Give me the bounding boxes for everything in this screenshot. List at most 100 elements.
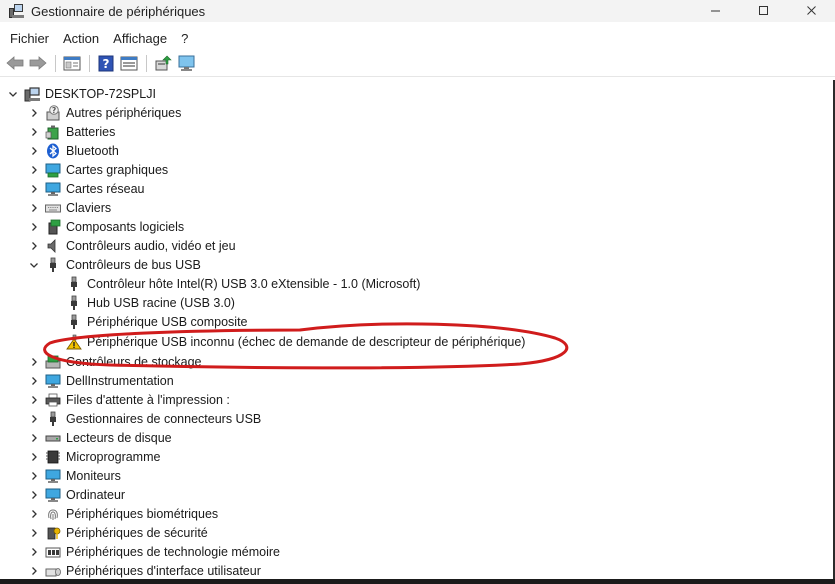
chevron-right-icon[interactable] xyxy=(29,490,39,500)
battery-icon xyxy=(45,124,61,140)
monitor-icon xyxy=(45,468,61,484)
tree-item-claviers[interactable]: Claviers xyxy=(29,198,111,217)
svg-text:?: ? xyxy=(103,57,110,71)
memory-icon xyxy=(45,544,61,560)
tree-item-securite[interactable]: Périphériques de sécurité xyxy=(29,523,208,542)
tree-child-controleur-hote[interactable]: Contrôleur hôte Intel(R) USB 3.0 eXtensi… xyxy=(66,274,420,293)
update-driver-button[interactable] xyxy=(153,53,173,73)
chevron-right-icon[interactable] xyxy=(29,146,39,156)
chevron-down-icon[interactable] xyxy=(29,260,39,270)
tree-item-controleurs-stockage[interactable]: Contrôleurs de stockage xyxy=(29,352,202,371)
display-adapter-icon xyxy=(45,162,61,178)
forward-button[interactable] xyxy=(28,53,48,73)
warning-icon xyxy=(66,334,82,350)
scan-hardware-icon xyxy=(178,55,194,71)
chevron-right-icon[interactable] xyxy=(29,165,39,175)
tree-item-autres-peripheriques[interactable]: ? Autres périphériques xyxy=(29,103,181,122)
menu-action[interactable]: Action xyxy=(63,31,99,46)
chevron-right-icon[interactable] xyxy=(29,222,39,232)
device-manager-app-icon xyxy=(8,3,24,19)
toolbar-separator xyxy=(146,54,147,72)
device-tree: DESKTOP-72SPLJI ? Autres périphériques B… xyxy=(0,80,835,584)
tree-item-lecteurs-disque[interactable]: Lecteurs de disque xyxy=(29,428,172,447)
chevron-right-icon[interactable] xyxy=(29,395,39,405)
forward-arrow-icon xyxy=(29,56,47,70)
menu-help[interactable]: ? xyxy=(181,31,188,46)
chevron-right-icon[interactable] xyxy=(29,433,39,443)
chevron-right-icon[interactable] xyxy=(29,528,39,538)
title-bar: Gestionnaire de périphériques xyxy=(0,0,835,22)
tree-item-biometriques[interactable]: Périphériques biométriques xyxy=(29,504,218,523)
printer-icon xyxy=(45,392,61,408)
properties-icon xyxy=(63,56,81,71)
chevron-right-icon[interactable] xyxy=(29,127,39,137)
security-key-icon xyxy=(45,525,61,541)
scan-hardware-button[interactable] xyxy=(176,53,196,73)
storage-controller-icon xyxy=(45,354,61,370)
back-button[interactable] xyxy=(5,53,25,73)
chevron-right-icon[interactable] xyxy=(29,566,39,576)
tree-root-label: DESKTOP-72SPLJI xyxy=(45,86,156,101)
usb-icon xyxy=(45,257,61,273)
tree-item-interface-utilisateur[interactable]: Périphériques d'interface utilisateur xyxy=(29,561,261,580)
tree-item-cartes-graphiques[interactable]: Cartes graphiques xyxy=(29,160,168,179)
chevron-right-icon[interactable] xyxy=(29,376,39,386)
tree-item-technologie-memoire[interactable]: Périphériques de technologie mémoire xyxy=(29,542,280,561)
tree-item-connecteurs-usb[interactable]: Gestionnaires de connecteurs USB xyxy=(29,409,261,428)
computer-icon xyxy=(45,487,61,503)
chevron-right-icon[interactable] xyxy=(29,509,39,519)
minimize-button[interactable] xyxy=(691,0,739,20)
tree-child-hub-usb-racine[interactable]: Hub USB racine (USB 3.0) xyxy=(66,293,235,312)
taskbar-edge xyxy=(0,579,835,584)
chevron-right-icon[interactable] xyxy=(29,108,39,118)
menu-bar: Fichier Action Affichage ? xyxy=(0,27,835,49)
properties-button[interactable] xyxy=(62,53,82,73)
tree-child-usb-inconnu[interactable]: Périphérique USB inconnu (échec de deman… xyxy=(66,332,525,351)
unknown-device-icon: ? xyxy=(45,104,61,121)
tree-item-cartes-reseau[interactable]: Cartes réseau xyxy=(29,179,145,198)
tree-item-controleurs-audio[interactable]: Contrôleurs audio, vidéo et jeu xyxy=(29,236,236,255)
chevron-down-icon[interactable] xyxy=(8,89,18,99)
usb-icon xyxy=(66,276,82,292)
minimize-icon xyxy=(710,10,720,11)
chevron-right-icon[interactable] xyxy=(29,357,39,367)
chevron-right-icon[interactable] xyxy=(29,184,39,194)
tree-item-microprogramme[interactable]: Microprogramme xyxy=(29,447,160,466)
monitor-icon xyxy=(45,373,61,389)
view-button[interactable] xyxy=(119,53,139,73)
tree-item-ordinateur[interactable]: Ordinateur xyxy=(29,485,125,504)
chevron-right-icon[interactable] xyxy=(29,203,39,213)
tree-item-composants-logiciels[interactable]: Composants logiciels xyxy=(29,217,184,236)
help-button[interactable]: ? xyxy=(96,53,116,73)
chevron-right-icon[interactable] xyxy=(29,471,39,481)
tree-item-batteries[interactable]: Batteries xyxy=(29,122,115,141)
tree-item-files-attente-impression[interactable]: Files d'attente à l'impression : xyxy=(29,390,230,409)
chevron-right-icon[interactable] xyxy=(29,414,39,424)
usb-icon xyxy=(66,295,82,311)
update-driver-icon xyxy=(155,55,172,70)
chevron-right-icon[interactable] xyxy=(29,547,39,557)
tree-item-dellinstrumentation[interactable]: DellInstrumentation xyxy=(29,371,174,390)
chevron-right-icon[interactable] xyxy=(29,241,39,251)
usb-icon xyxy=(66,314,82,330)
tree-item-moniteurs[interactable]: Moniteurs xyxy=(29,466,121,485)
back-arrow-icon xyxy=(6,56,24,70)
hid-icon xyxy=(45,563,61,579)
menu-fichier[interactable]: Fichier xyxy=(10,31,49,46)
menu-affichage[interactable]: Affichage xyxy=(113,31,167,46)
tree-child-usb-composite[interactable]: Périphérique USB composite xyxy=(66,312,248,331)
svg-text:?: ? xyxy=(52,106,56,115)
view-icon xyxy=(120,56,138,71)
keyboard-icon xyxy=(45,200,61,216)
toolbar-separator xyxy=(55,54,56,72)
speaker-icon xyxy=(45,238,61,254)
window-controls xyxy=(691,0,835,20)
chevron-right-icon[interactable] xyxy=(29,452,39,462)
tree-root[interactable]: DESKTOP-72SPLJI xyxy=(8,84,156,103)
tree-item-bluetooth[interactable]: Bluetooth xyxy=(29,141,119,160)
maximize-button[interactable] xyxy=(739,0,787,20)
toolbar-separator xyxy=(89,54,90,72)
help-icon: ? xyxy=(98,55,114,71)
close-button[interactable] xyxy=(787,0,835,20)
tree-item-controleurs-bus-usb[interactable]: Contrôleurs de bus USB xyxy=(29,255,201,274)
